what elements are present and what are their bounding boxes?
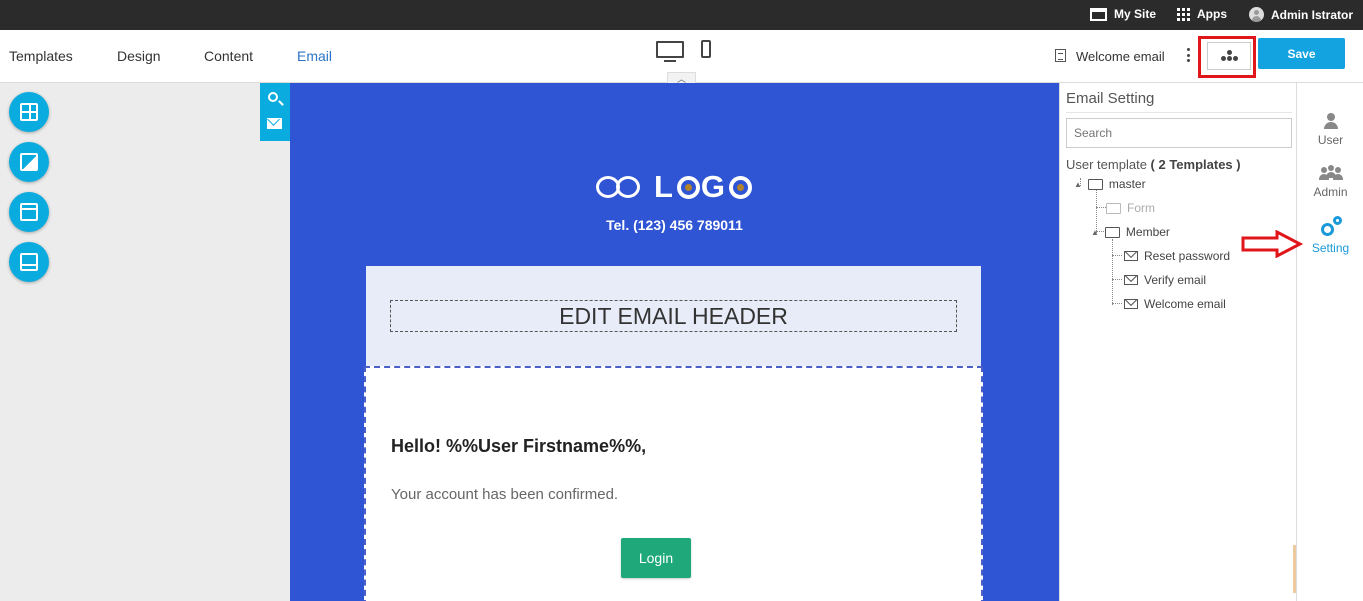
logo-text: LG [654, 169, 753, 205]
more-options-icon[interactable] [1184, 47, 1192, 63]
logo: LG [290, 169, 1059, 205]
my-site-link[interactable]: My Site [1090, 7, 1156, 21]
editor-toolbar: Templates Design Content Email ︿ Welcome… [0, 30, 1363, 84]
tree-title: User template ( 2 Templates ) [1066, 157, 1241, 172]
grid-apps-icon [1177, 7, 1190, 21]
tab-design[interactable]: Design [117, 48, 161, 64]
tab-content[interactable]: Content [204, 48, 253, 64]
browser-window-icon [1090, 7, 1107, 21]
tree-node-form[interactable]: Form [1106, 201, 1155, 215]
edit-email-header[interactable]: EDIT EMAIL HEADER [390, 300, 957, 332]
layout-options-button[interactable] [1207, 42, 1251, 70]
rail-user[interactable]: User [1297, 113, 1363, 147]
search-icon[interactable] [268, 92, 278, 102]
footer-layout-icon [20, 253, 38, 271]
document-icon [1055, 49, 1066, 62]
right-rail: User Admin Setting [1296, 83, 1363, 601]
top-bar: My Site Apps Admin Istrator [0, 0, 1363, 30]
mail-icon [1124, 251, 1138, 261]
open-folder-icon [1087, 178, 1103, 190]
open-folder-icon [1104, 226, 1120, 238]
tree-node-verify-email[interactable]: Verify email [1124, 273, 1206, 287]
collapse-icon[interactable]: ▲ [1091, 228, 1099, 237]
tab-email[interactable]: Email [297, 48, 332, 64]
apps-label: Apps [1197, 7, 1227, 21]
logo-infinity-icon [595, 174, 646, 200]
user-name: Admin Istrator [1271, 7, 1354, 22]
tree-node-reset-password[interactable]: Reset password [1124, 249, 1230, 263]
header-layout-icon [20, 203, 38, 221]
confirmation-text: Your account has been confirmed. [391, 486, 619, 503]
tab-templates[interactable]: Templates [9, 48, 73, 64]
user-menu[interactable]: Admin Istrator [1249, 7, 1353, 22]
rail-admin[interactable]: Admin [1297, 165, 1363, 199]
grid-block-button[interactable] [9, 92, 49, 132]
scroll-edge-indicator [1293, 545, 1296, 593]
email-canvas: LG Tel. (123) 456 789011 EDIT EMAIL HEAD… [290, 83, 1059, 601]
tree-node-member[interactable]: ▲ Member [1091, 225, 1170, 239]
open-folder-icon [1106, 202, 1121, 214]
header-block-button[interactable] [9, 192, 49, 232]
collapse-icon[interactable]: ▲ [1074, 180, 1082, 189]
save-button[interactable]: Save [1258, 38, 1345, 69]
footer-block-button[interactable] [9, 242, 49, 282]
email-settings-panel: Email Setting User template ( 2 Template… [1059, 83, 1296, 601]
rail-setting[interactable]: Setting [1297, 215, 1363, 255]
avatar [1249, 7, 1264, 22]
canvas-tools [260, 83, 290, 141]
grid-layout-icon [20, 103, 38, 121]
gear-icon [1319, 215, 1343, 237]
image-icon [20, 153, 38, 171]
phone-number: Tel. (123) 456 789011 [606, 217, 743, 233]
users-group-icon [1318, 165, 1343, 181]
desktop-preview-icon[interactable] [656, 41, 684, 62]
panel-title: Email Setting [1066, 90, 1155, 107]
email-body-section[interactable]: Hello! %%User Firstname%%, Your account … [364, 366, 983, 601]
mobile-preview-icon[interactable] [701, 40, 711, 58]
tree-node-welcome-email[interactable]: Welcome email [1124, 297, 1226, 311]
greeting-text: Hello! %%User Firstname%%, [391, 436, 647, 456]
login-button[interactable]: Login [621, 538, 691, 578]
my-site-label: My Site [1114, 7, 1157, 21]
panel-divider [1066, 112, 1292, 113]
image-block-button[interactable] [9, 142, 49, 182]
current-template-name[interactable]: Welcome email [1076, 49, 1165, 64]
mail-icon [1124, 299, 1138, 309]
apps-link[interactable]: Apps [1177, 7, 1227, 21]
email-header-section[interactable]: EDIT EMAIL HEADER [366, 266, 981, 366]
arrow-annotation-icon [1241, 230, 1303, 258]
envelope-icon[interactable] [267, 118, 282, 129]
mail-icon [1124, 275, 1138, 285]
search-input[interactable] [1066, 118, 1292, 148]
tree-node-master[interactable]: ▲ master [1074, 177, 1146, 191]
user-icon [1323, 113, 1338, 129]
